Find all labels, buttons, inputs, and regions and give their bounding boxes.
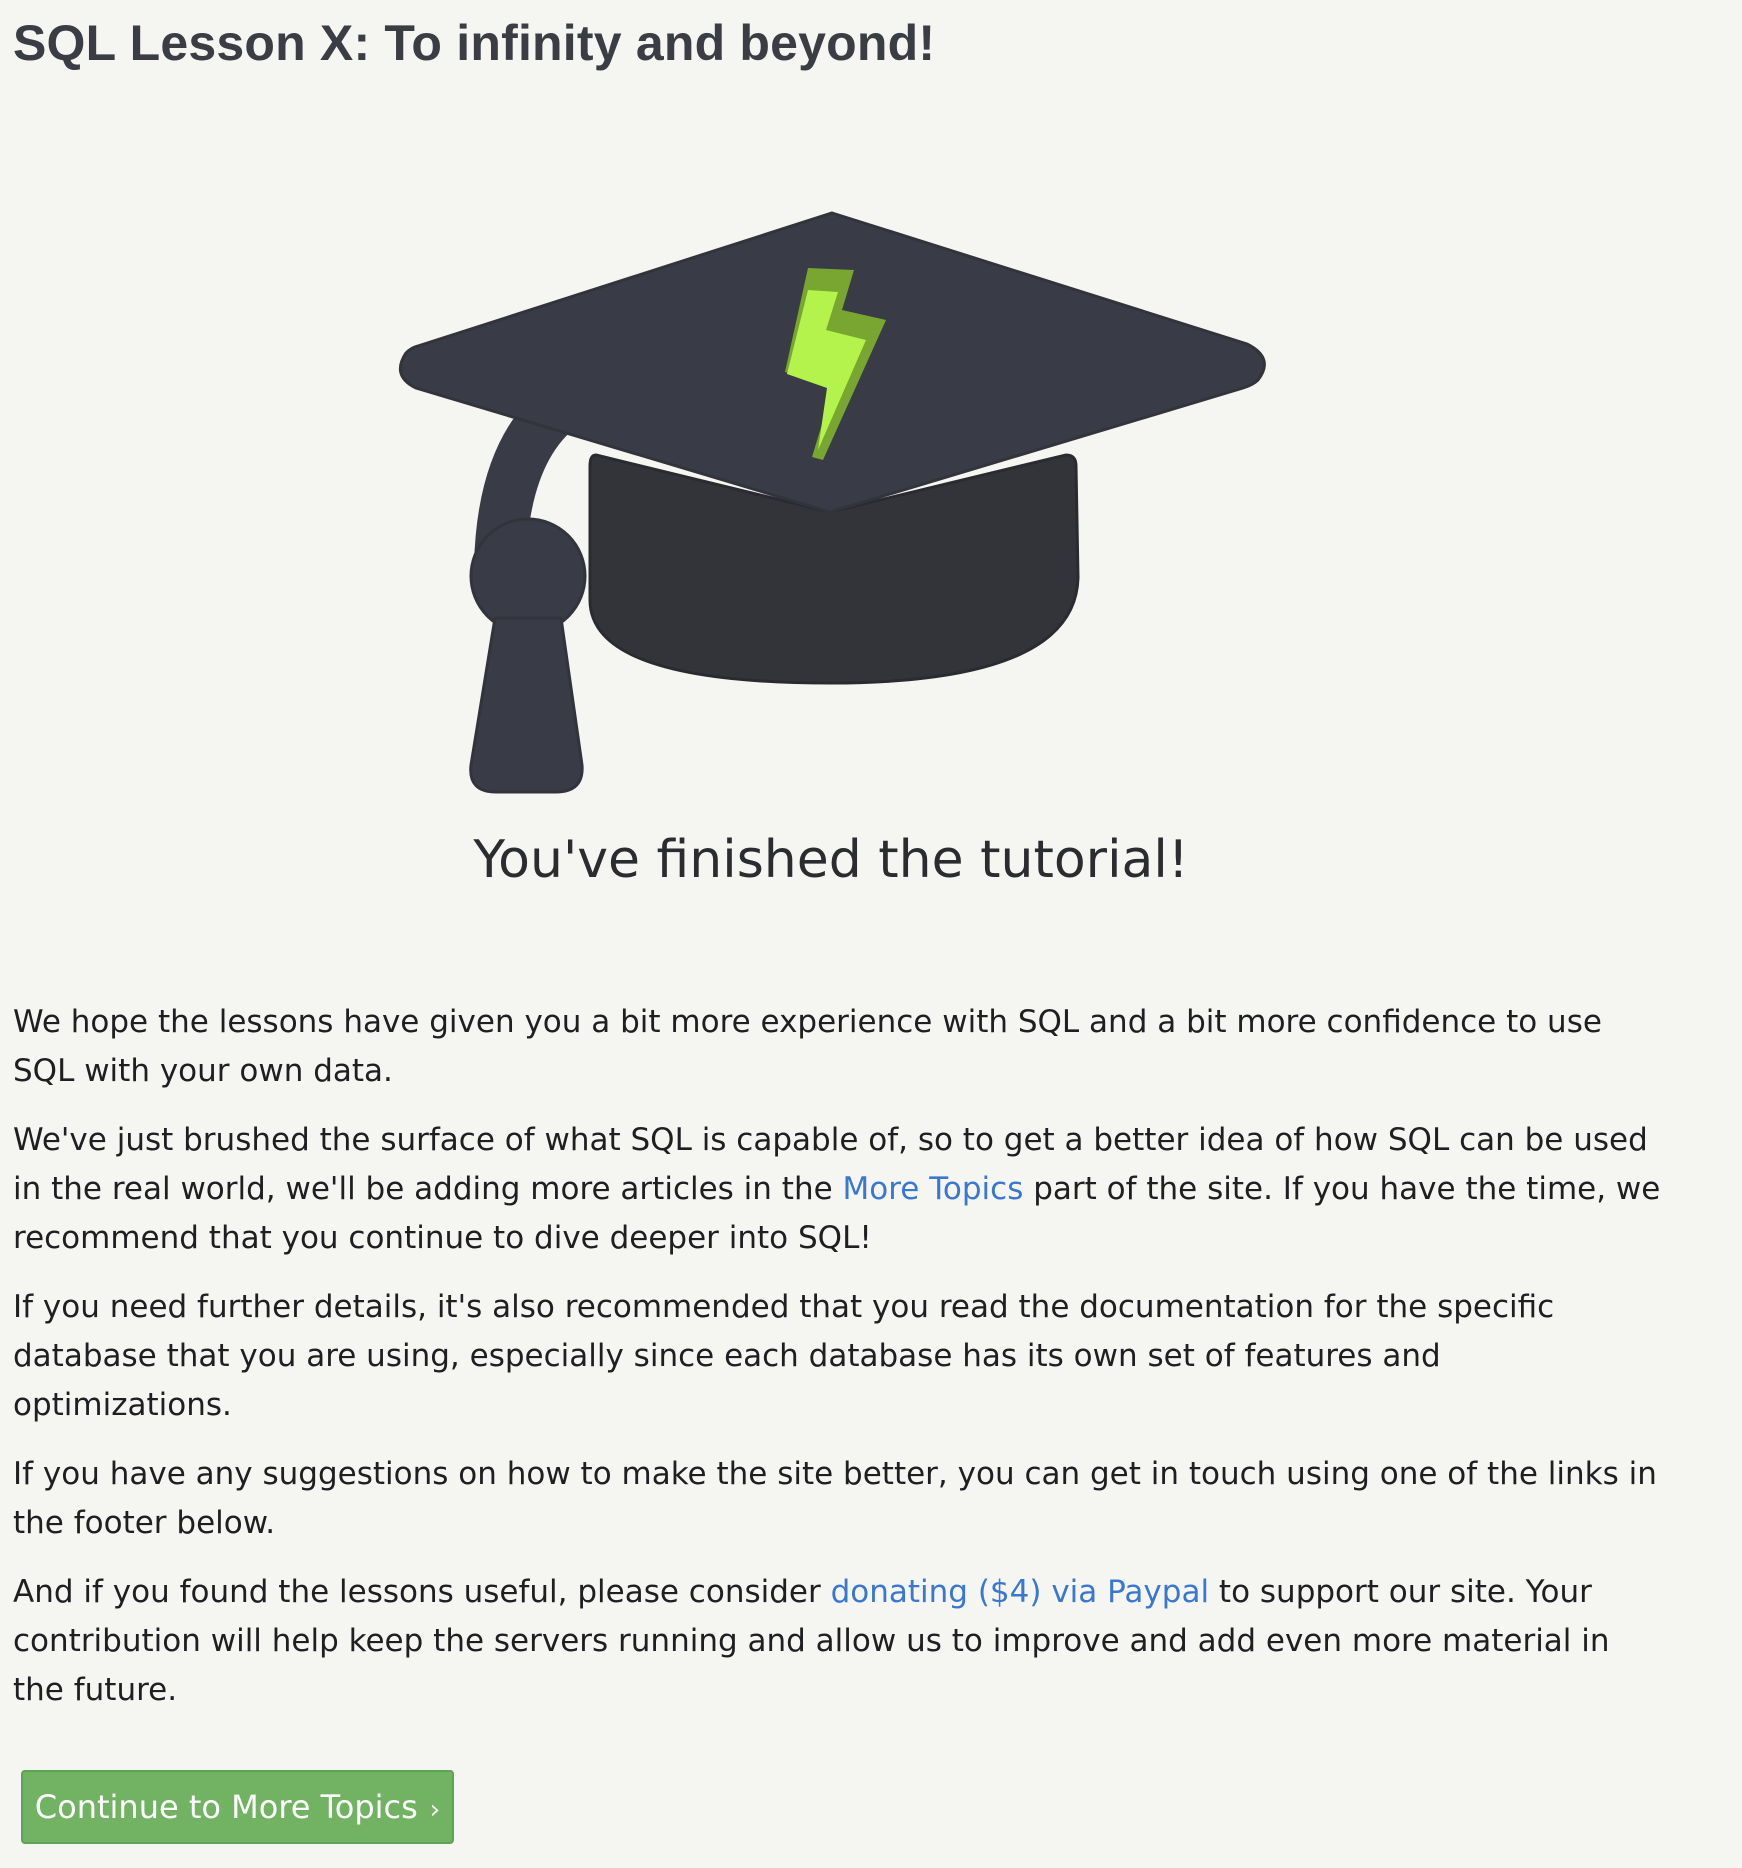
paragraph-donate: And if you found the lessons useful, ple… bbox=[13, 1568, 1663, 1715]
completion-heading: You've finished the tutorial! bbox=[473, 830, 1189, 890]
graduation-cap-icon bbox=[398, 211, 1266, 794]
paragraph-documentation: If you need further details, it's also r… bbox=[13, 1289, 1555, 1423]
paragraph-suggestions: If you have any suggestions on how to ma… bbox=[13, 1456, 1657, 1541]
paypal-donate-link[interactable]: donating ($4) via Paypal bbox=[831, 1574, 1209, 1610]
paragraph-experience: We hope the lessons have given you a bit… bbox=[13, 1004, 1602, 1089]
continue-to-more-topics-button[interactable]: Continue to More Topics › bbox=[21, 1770, 454, 1844]
page-title: SQL Lesson X: To infinity and beyond! bbox=[13, 15, 936, 71]
chevron-right-icon: › bbox=[429, 1795, 441, 1825]
lesson-page: SQL Lesson X: To infinity and beyond! Yo… bbox=[0, 0, 1742, 1868]
continue-button-label: Continue to More Topics bbox=[34, 1788, 418, 1826]
paragraph-text: And if you found the lessons useful, ple… bbox=[13, 1574, 831, 1610]
lesson-body: We hope the lessons have given you a bit… bbox=[13, 998, 1663, 1735]
more-topics-link[interactable]: More Topics bbox=[843, 1171, 1024, 1207]
tassel-knot bbox=[469, 517, 587, 635]
paragraph-more-topics: We've just brushed the surface of what S… bbox=[13, 1116, 1663, 1263]
tassel-fringe bbox=[469, 616, 584, 794]
